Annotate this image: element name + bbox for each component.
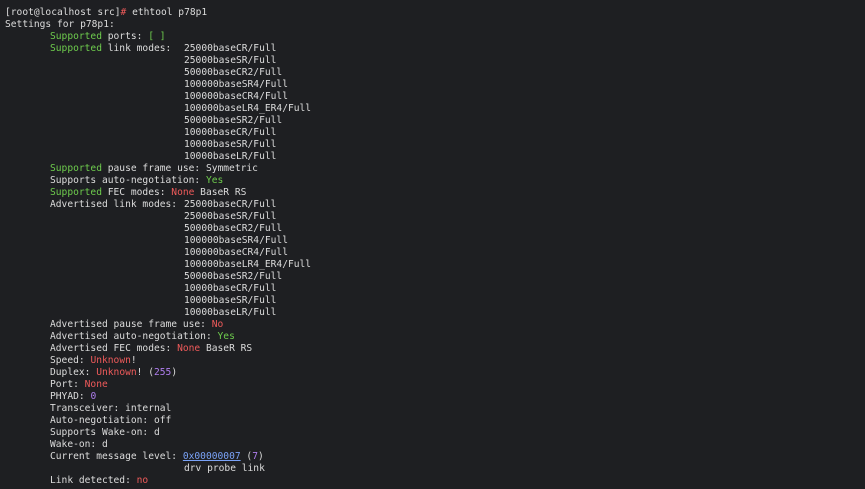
advertised-link-modes-line: Advertised link modes: 25000baseCR/Full xyxy=(5,199,865,211)
duplex-value: Unknown xyxy=(96,367,137,378)
link-mode: 100000baseLR4_ER4/Full xyxy=(184,103,312,114)
port-value: None xyxy=(84,379,108,390)
supports-wake-value: d xyxy=(153,427,160,438)
supports-autoneg-value: Yes xyxy=(205,175,224,186)
supported-keyword: Supported xyxy=(50,163,102,174)
supported-keyword: Supported xyxy=(50,187,102,198)
link-mode: 25000baseSR/Full xyxy=(184,211,277,222)
link-detected-line: Link detected: no xyxy=(5,475,865,487)
link-mode: 100000baseCR4/Full xyxy=(184,91,288,102)
advertised-pause-line: Advertised pause frame use: No xyxy=(5,319,865,331)
link-mode: 50000baseSR2/Full xyxy=(184,115,283,126)
command: ethtool p78p1 xyxy=(132,7,208,18)
supports-wake-line: Supports Wake-on: d xyxy=(5,427,865,439)
msg-level-line: Current message level: 0x00000007 (7) xyxy=(5,451,865,463)
supports-wake-label: Supports Wake-on: xyxy=(50,427,154,438)
link-mode: 100000baseCR4/Full xyxy=(184,247,288,258)
link-mode: 10000baseCR/Full xyxy=(184,283,277,294)
supported-pause-label: pause frame use: xyxy=(101,163,206,174)
supported-ports-label: ports: xyxy=(101,31,149,42)
port-label: Port: xyxy=(50,379,85,390)
advertised-fec-none: None xyxy=(177,343,201,354)
link-mode: 50000baseCR2/Full xyxy=(184,67,283,78)
advertised-pause-label: Advertised pause frame use: xyxy=(50,319,212,330)
advertised-fec-label: Advertised FEC modes: xyxy=(50,343,178,354)
link-mode: 50000baseSR2/Full xyxy=(184,271,283,282)
msg-level-flags: drv probe link xyxy=(184,463,265,474)
supported-fec-line: Supported FEC modes: None BaseR RS xyxy=(5,187,865,199)
supports-autoneg-label: Supports auto-negotiation: xyxy=(50,175,206,186)
advertised-autoneg-value: Yes xyxy=(217,331,235,342)
prompt: [root@localhost src] xyxy=(5,7,121,18)
prompt-symbol: # xyxy=(120,7,127,18)
advertised-autoneg-label: Advertised auto-negotiation: xyxy=(50,331,218,342)
link-mode: 10000baseLR/Full xyxy=(184,151,277,162)
link-detected-label: Link detected: xyxy=(50,475,137,486)
link-mode: 50000baseCR2/Full xyxy=(184,223,283,234)
wake-on-label: Wake-on: xyxy=(50,439,102,450)
link-mode: 10000baseCR/Full xyxy=(184,127,277,138)
link-mode: 100000baseSR4/Full xyxy=(184,79,288,90)
speed-label: Speed: xyxy=(50,355,91,366)
link-mode: 10000baseSR/Full xyxy=(184,139,277,150)
link-mode: 25000baseSR/Full xyxy=(184,55,277,66)
autoneg-line: Auto-negotiation: off xyxy=(5,415,865,427)
supported-keyword: Supported xyxy=(50,31,102,42)
duplex-line: Duplex: Unknown! (255) xyxy=(5,367,865,379)
link-mode: 100000baseSR4/Full xyxy=(184,235,288,246)
duplex-suffix: ! ( xyxy=(136,367,154,378)
phyad-value: 0 xyxy=(90,391,97,402)
phyad-label: PHYAD: xyxy=(50,391,91,402)
wake-on-line: Wake-on: d xyxy=(5,439,865,451)
advertised-pause-value: No xyxy=(211,319,224,330)
advertised-fec-modes: BaseR RS xyxy=(200,343,253,354)
supported-ports-value: [ ] xyxy=(148,31,166,42)
wake-on-value: d xyxy=(101,439,108,450)
link-mode: 10000baseSR/Full xyxy=(184,295,277,306)
prompt-line: [root@localhost src]# ethtool p78p1 xyxy=(5,7,865,19)
transceiver-line: Transceiver: internal xyxy=(5,403,865,415)
msg-level-hex: 0x00000007 xyxy=(182,451,241,462)
duplex-label: Duplex: xyxy=(50,367,97,378)
supported-keyword: Supported xyxy=(50,43,102,54)
supported-link-modes-line: Supported link modes: 25000baseCR/Full xyxy=(5,43,865,55)
autoneg-label: Auto-negotiation: xyxy=(50,415,154,426)
supported-fec-label: FEC modes: xyxy=(101,187,172,198)
msg-level-close: ) xyxy=(257,451,264,462)
link-mode: 100000baseLR4_ER4/Full xyxy=(184,259,312,270)
duplex-close: ) xyxy=(171,367,178,378)
link-detected-value: no xyxy=(136,475,149,486)
link-mode: 25000baseCR/Full xyxy=(184,43,277,54)
supports-autoneg-line: Supports auto-negotiation: Yes xyxy=(5,175,865,187)
link-mode: 10000baseLR/Full xyxy=(184,307,277,318)
supported-link-modes-label: link modes: xyxy=(101,43,172,54)
supported-fec-none: None xyxy=(171,187,195,198)
advertised-link-modes-label: Advertised link modes: xyxy=(50,199,178,210)
supported-pause-line: Supported pause frame use: Symmetric xyxy=(5,163,865,175)
link-mode: 25000baseCR/Full xyxy=(184,199,277,210)
msg-level-label: Current message level: xyxy=(50,451,183,462)
duplex-number: 255 xyxy=(153,367,172,378)
speed-suffix: ! xyxy=(130,355,137,366)
supported-pause-value: Symmetric xyxy=(205,163,258,174)
phyad-line: PHYAD: 0 xyxy=(5,391,865,403)
transceiver-value: internal xyxy=(125,403,172,414)
speed-line: Speed: Unknown! xyxy=(5,355,865,367)
supported-ports-line: Supported ports: [ ] xyxy=(5,31,865,43)
advertised-fec-line: Advertised FEC modes: None BaseR RS xyxy=(5,343,865,355)
port-line: Port: None xyxy=(5,379,865,391)
settings-header: Settings for p78p1: xyxy=(5,19,115,30)
autoneg-value: off xyxy=(153,415,172,426)
advertised-autoneg-line: Advertised auto-negotiation: Yes xyxy=(5,331,865,343)
speed-value: Unknown xyxy=(90,355,131,366)
transceiver-label: Transceiver: xyxy=(50,403,126,414)
supported-fec-modes: BaseR RS xyxy=(194,187,247,198)
msg-level-open: ( xyxy=(240,451,253,462)
terminal-window[interactable]: [root@localhost src]# ethtool p78p1 Sett… xyxy=(0,0,865,489)
